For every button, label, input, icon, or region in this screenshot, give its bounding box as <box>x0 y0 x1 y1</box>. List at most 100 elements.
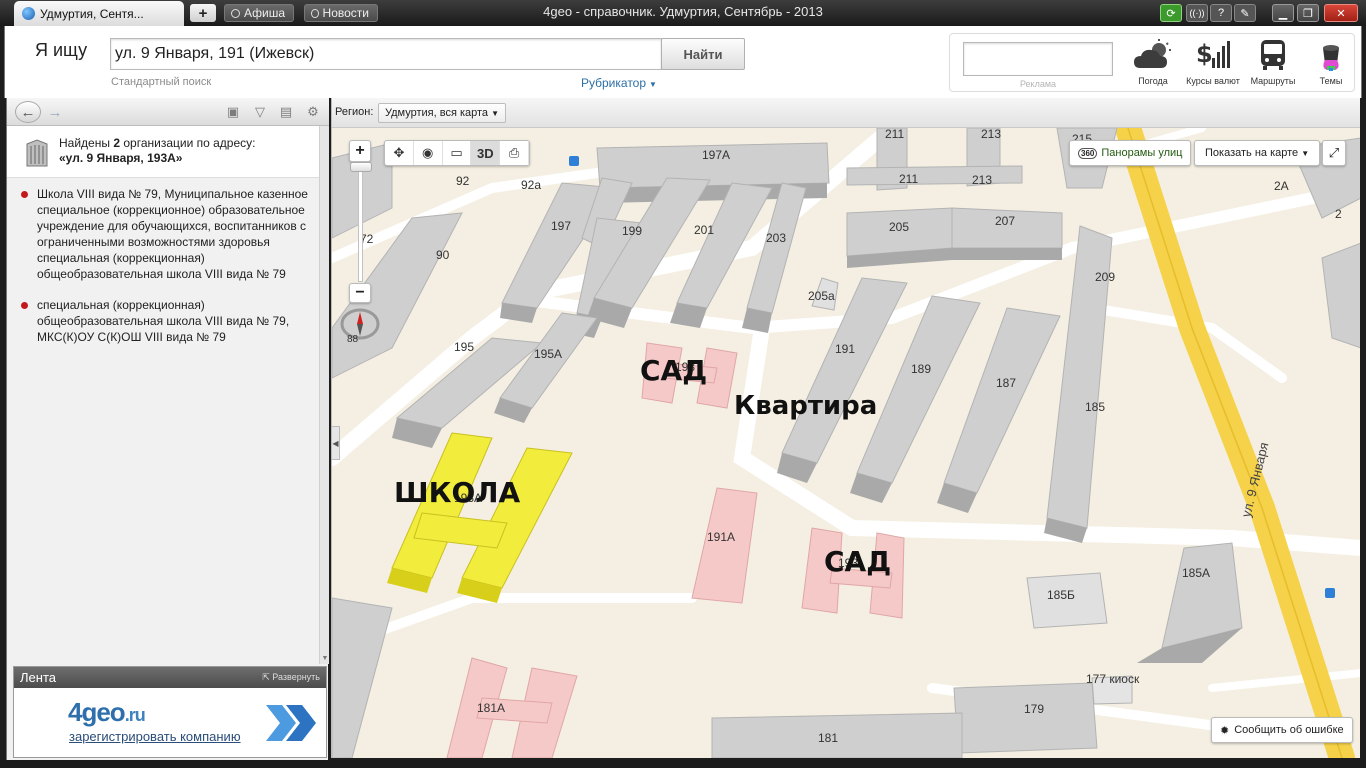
search-button[interactable]: Найти <box>661 38 745 70</box>
forward-button[interactable]: → <box>45 102 65 122</box>
print-map-button[interactable]: ⎙ <box>500 141 529 165</box>
zoom-slider-track[interactable] <box>358 164 363 282</box>
pan-button[interactable]: ✥ <box>385 141 414 165</box>
signal-icon: ((·)) <box>1189 8 1205 18</box>
compass-icon[interactable]: 88 <box>338 306 382 344</box>
zoom-out-button[interactable]: − <box>349 283 371 303</box>
back-button[interactable]: ← <box>15 101 41 123</box>
building-icon <box>26 139 48 167</box>
chevron-down-icon: ▼ <box>1301 148 1310 158</box>
contact-card-icon: ▣ <box>226 104 240 119</box>
building-label: 197А <box>702 148 730 162</box>
expand-label: Развернуть <box>272 672 320 682</box>
results-scrollbar[interactable]: ▼ <box>319 126 329 664</box>
building-label: 185Б <box>1047 588 1075 602</box>
help-button[interactable]: ? <box>1210 4 1232 22</box>
title-bar: Удмуртия, Сентя... + Афиша Новости 4geo … <box>0 0 1366 26</box>
building-label: 181А <box>477 701 505 715</box>
chevron-left-icon: ◀ <box>332 438 339 448</box>
contacts-button[interactable]: ▣ <box>223 102 243 122</box>
building-label: 187 <box>996 376 1016 390</box>
school-annotation: ШКОЛА <box>394 476 521 509</box>
panel-settings-button[interactable]: ⚙ <box>303 102 323 122</box>
building-label: 195 <box>454 340 474 354</box>
connection-button[interactable]: ((·)) <box>1186 4 1208 22</box>
map-canvas[interactable]: 197А 211 213 215 92 92а 197 199 201 203 … <box>332 128 1360 758</box>
building-label: 92а <box>521 178 541 192</box>
question-icon: ? <box>1217 7 1225 19</box>
new-tab-button[interactable]: + <box>190 4 216 22</box>
paint-bucket-icon <box>1300 38 1362 72</box>
show-on-map-dropdown[interactable]: Показать на карте ▼ <box>1194 140 1321 166</box>
3d-toggle-button[interactable]: 3D <box>471 141 501 165</box>
bug-icon: ✹ <box>1220 724 1230 737</box>
map-area[interactable]: Регион: Удмуртия, вся карта ▼ 197А 211 2… <box>331 98 1360 758</box>
currency-widget[interactable]: $ Курсы валют <box>1182 38 1244 90</box>
filter-button[interactable]: ▽ <box>250 102 270 122</box>
result-text: специальная (коррекционная) общеобразова… <box>37 298 290 344</box>
collapse-panel-handle[interactable]: ◀ <box>332 426 340 460</box>
zoom-slider-handle[interactable] <box>350 162 372 172</box>
themes-widget[interactable]: Темы <box>1300 38 1362 90</box>
report-error-button[interactable]: ✹ Сообщить об ошибке <box>1211 717 1353 743</box>
tab-main[interactable]: Удмуртия, Сентя... <box>14 1 184 26</box>
register-company-link[interactable]: зарегистрировать компанию <box>69 729 241 744</box>
print-list-button[interactable]: ▤ <box>276 102 296 122</box>
ruler-button[interactable]: ▭ <box>443 141 472 165</box>
rubricator-label: Рубрикатор <box>581 76 647 90</box>
region-select[interactable]: Удмуртия, вся карта ▼ <box>378 103 507 123</box>
results-address: «ул. 9 Января, 193А» <box>59 151 183 165</box>
expand-link[interactable]: ⇱ Развернуть <box>262 672 320 683</box>
map-pin-icon <box>21 302 28 309</box>
results-suffix: организации по адресу: <box>123 136 256 150</box>
building-label: 201 <box>694 223 714 237</box>
region-label: Регион: <box>335 106 374 118</box>
list-item[interactable]: Школа VIII вида № 79, Муниципальное казе… <box>7 179 319 290</box>
building-label: 205 <box>889 220 909 234</box>
region-bar: Регион: Удмуртия, вся карта ▼ <box>332 98 1360 128</box>
zoom-in-button[interactable]: + <box>349 140 371 162</box>
ad-banner[interactable] <box>963 42 1113 76</box>
minus-icon: − <box>355 284 365 301</box>
bus-stop-icon[interactable] <box>1325 588 1335 598</box>
tab-main-label: Удмуртия, Сентя... <box>40 6 144 21</box>
routes-widget[interactable]: Маршруты <box>1242 38 1304 90</box>
maximize-button[interactable]: ❐ <box>1297 4 1319 22</box>
search-input[interactable] <box>110 38 662 70</box>
list-item[interactable]: специальная (коррекционная) общеобразова… <box>7 290 319 353</box>
rubricator-dropdown[interactable]: Рубрикатор ▼ <box>581 76 657 90</box>
minimize-button[interactable]: ▁ <box>1272 4 1294 22</box>
tab-afisha[interactable]: Афиша <box>224 4 294 22</box>
tab-news[interactable]: Новости <box>304 4 378 22</box>
weather-widget[interactable]: Погода <box>1122 38 1184 90</box>
target-icon: ◉ <box>422 145 434 160</box>
building-label: 191А <box>707 530 735 544</box>
plus-icon: + <box>355 142 365 159</box>
maximize-icon: ❐ <box>1303 7 1313 20</box>
close-button[interactable]: ✕ <box>1324 4 1358 22</box>
weather-label: Погода <box>1138 76 1168 86</box>
standard-search-link[interactable]: Стандартный поиск <box>111 76 211 88</box>
scroll-down-icon[interactable]: ▼ <box>320 655 330 662</box>
building-label: 207 <box>995 214 1015 228</box>
building-label: 211 <box>899 172 918 186</box>
block-annotation: Квартира <box>734 391 878 421</box>
street-panoramas-button[interactable]: 360 Панорамы улиц <box>1069 140 1192 166</box>
building-label: 181 <box>818 731 838 745</box>
building-label: 197 <box>551 219 571 233</box>
map-toolbar: ✥ ◉ ▭ 3D ⎙ <box>384 140 530 166</box>
refresh-button[interactable]: ⟳ <box>1160 4 1182 22</box>
building-label: 2А <box>1274 179 1289 193</box>
tab-news-label: Новости <box>322 6 369 20</box>
double-chevron-icon[interactable] <box>264 703 318 743</box>
settings-button[interactable]: ✎ <box>1234 4 1256 22</box>
locate-button[interactable]: ◉ <box>414 141 443 165</box>
promo-logo[interactable]: 4geo.ru <box>68 697 146 728</box>
fullscreen-button[interactable]: ⤢ <box>1322 140 1346 166</box>
close-icon: ✕ <box>1336 7 1346 20</box>
building-label: 185 <box>1085 400 1105 414</box>
building-label: 213 <box>981 128 1001 141</box>
bus-stop-icon[interactable] <box>569 156 579 166</box>
region-value: Удмуртия, вся карта <box>385 107 489 119</box>
building-label: 195А <box>534 347 562 361</box>
